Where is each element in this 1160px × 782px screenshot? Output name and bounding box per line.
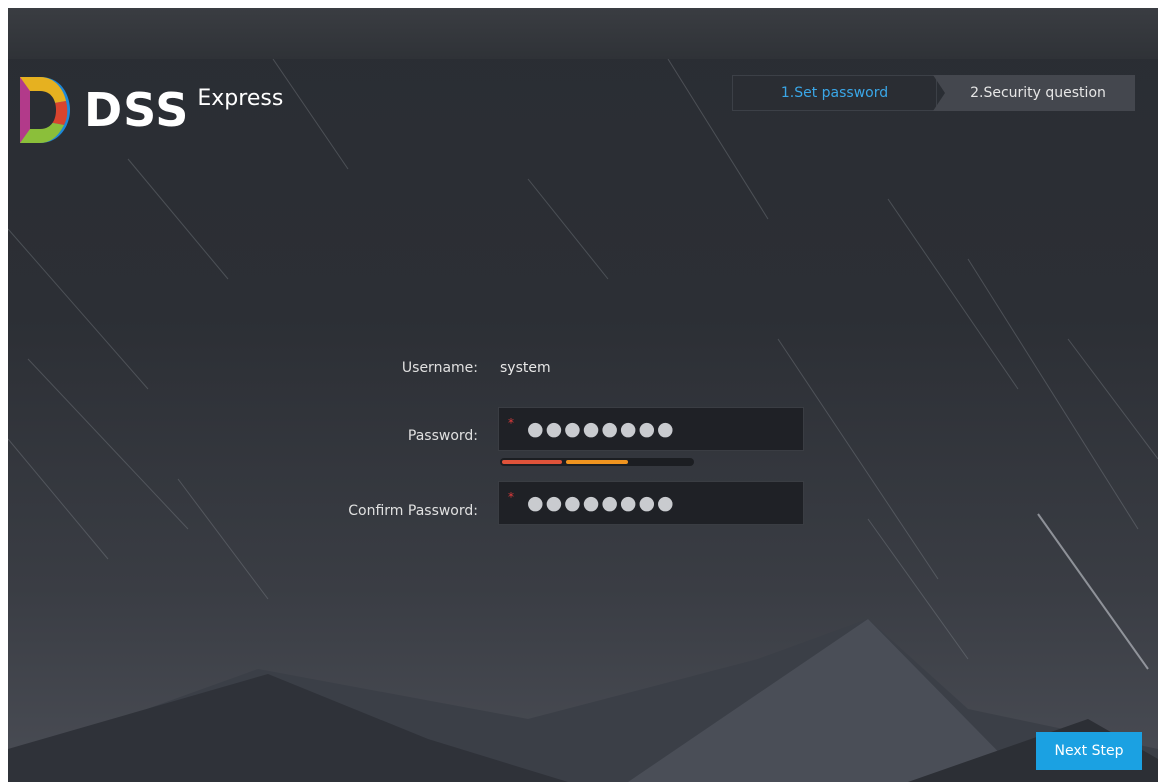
title-bar [8, 8, 1158, 59]
step-security-question: 2.Security question [933, 75, 1135, 111]
password-mask: ●●●●●●●● [527, 418, 676, 440]
setup-window: DSS Express [8, 8, 1158, 782]
password-label: Password: [407, 428, 478, 444]
password-input[interactable]: * ●●●●●●●● [498, 407, 804, 451]
step-set-password: 1.Set password [732, 75, 937, 111]
confirm-password-label: Confirm Password: [348, 503, 478, 519]
confirm-password-mask: ●●●●●●●● [527, 492, 676, 514]
username-value: system [500, 360, 551, 376]
app-logo: DSS Express [12, 70, 283, 150]
logo-subtitle: Express [197, 86, 284, 111]
step-security-question-label: 2.Security question [970, 85, 1106, 101]
required-mark: * [508, 416, 514, 430]
password-strength-meter [500, 458, 694, 466]
strength-segment-medium [566, 460, 628, 464]
step-set-password-label: 1.Set password [780, 85, 889, 101]
required-mark: * [508, 490, 514, 504]
confirm-password-input[interactable]: * ●●●●●●●● [498, 481, 804, 525]
next-step-button[interactable]: Next Step [1036, 732, 1142, 770]
logo-title: DSS [84, 83, 190, 137]
dss-logo-icon [20, 77, 70, 143]
username-label: Username: [401, 360, 478, 376]
strength-segment-weak [502, 460, 562, 464]
